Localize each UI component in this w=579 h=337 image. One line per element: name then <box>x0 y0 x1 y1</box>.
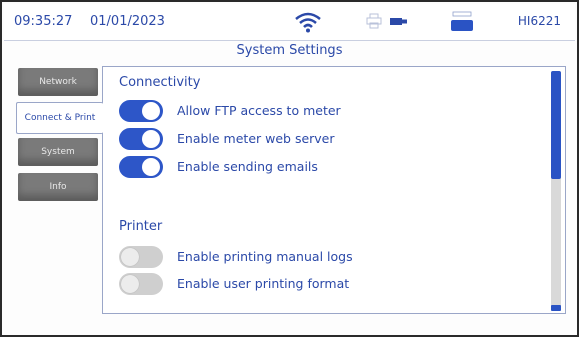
usb-icon <box>390 18 407 25</box>
sending-emails-label: Enable sending emails <box>177 159 318 174</box>
web-server-label: Enable meter web server <box>177 131 335 146</box>
settings-panel: Connectivity Allow FTP access to meter E… <box>102 66 566 314</box>
device-model: HI6221 <box>517 14 561 28</box>
sending-emails-toggle[interactable] <box>119 156 163 178</box>
connectivity-section-title: Connectivity <box>119 75 201 90</box>
tab-system-label: System <box>41 147 75 157</box>
toggle-knob <box>121 248 139 266</box>
printer-icon <box>366 13 382 29</box>
toggle-knob <box>121 275 139 293</box>
clock-date: 01/01/2023 <box>90 14 165 29</box>
scroll-down-button[interactable] <box>551 305 561 311</box>
status-bar: 09:35:27 01/01/2023 HI6221 <box>4 4 575 41</box>
web-server-toggle[interactable] <box>119 128 163 150</box>
tab-connect-print-label: Connect & Print <box>24 113 96 123</box>
tab-info[interactable]: Info <box>18 173 98 201</box>
toggle-knob <box>142 102 160 120</box>
tab-network-label: Network <box>39 77 77 87</box>
page-title: System Settings <box>236 43 343 58</box>
printer-section-title: Printer <box>119 219 163 234</box>
wifi-icon <box>295 12 321 33</box>
toggle-knob <box>142 130 160 148</box>
user-printing-format-toggle[interactable] <box>119 273 163 295</box>
device-screen: 09:35:27 01/01/2023 HI6221 System Settin… <box>0 0 579 337</box>
printing-manual-logs-label: Enable printing manual logs <box>177 249 353 264</box>
printing-manual-logs-toggle[interactable] <box>119 246 163 268</box>
tab-system[interactable]: System <box>18 138 98 166</box>
user-printing-format-label: Enable user printing format <box>177 276 350 291</box>
tab-connect-print[interactable]: Connect & Print <box>16 102 103 134</box>
tab-network[interactable]: Network <box>18 68 98 96</box>
battery-icon <box>451 11 473 31</box>
clock-time: 09:35:27 <box>14 14 73 29</box>
ftp-access-toggle[interactable] <box>119 100 163 122</box>
scrollbar[interactable] <box>551 71 561 309</box>
toggle-knob <box>142 158 160 176</box>
tab-info-label: Info <box>49 182 67 192</box>
ftp-access-label: Allow FTP access to meter <box>177 103 341 118</box>
scrollbar-thumb[interactable] <box>551 71 561 179</box>
